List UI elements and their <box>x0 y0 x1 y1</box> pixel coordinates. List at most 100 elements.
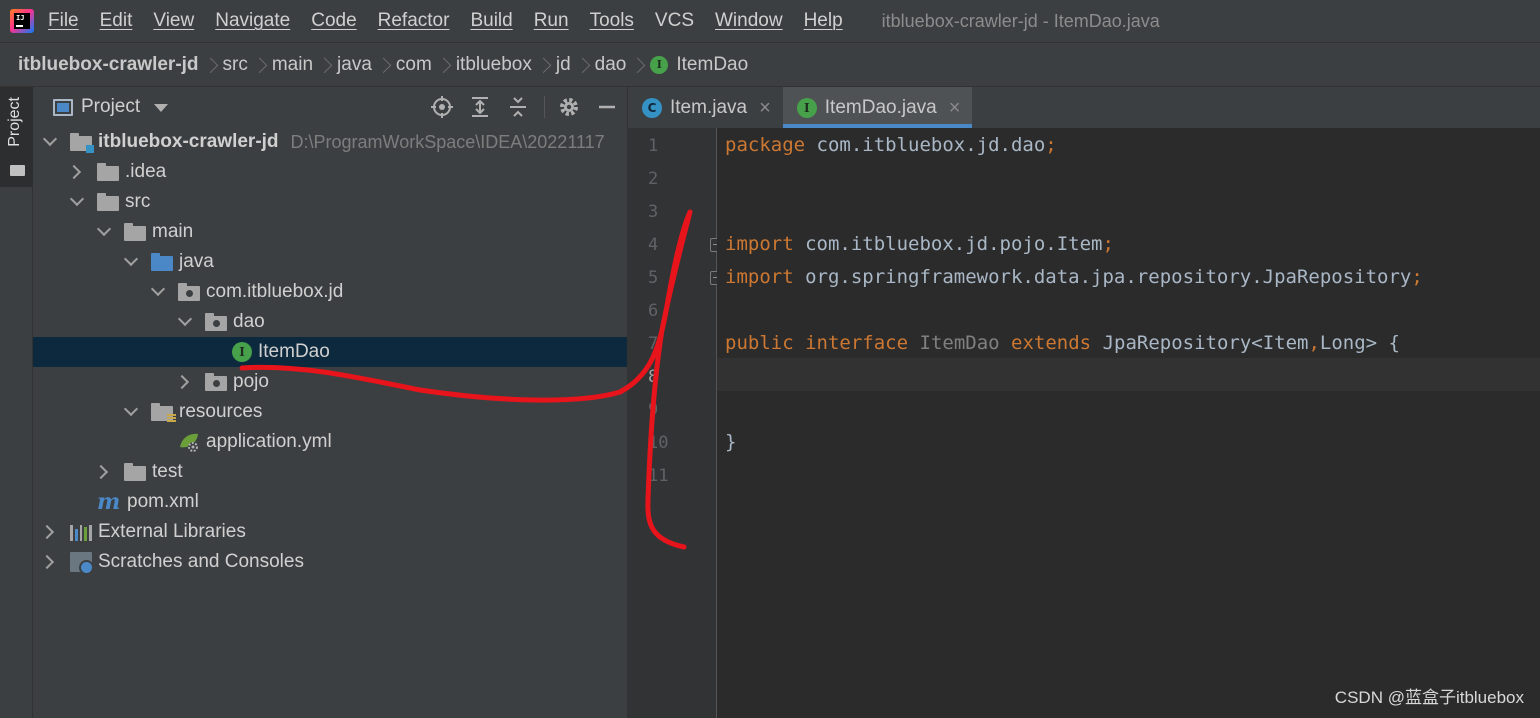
keyword: import <box>725 266 794 288</box>
project-panel-title[interactable]: Project <box>81 96 140 118</box>
tree-item-label: ItemDao <box>258 341 330 362</box>
chevron-down-icon[interactable] <box>43 135 57 149</box>
chevron-down-icon[interactable] <box>97 225 111 239</box>
tab-item-java[interactable]: C Item.java × <box>628 87 783 128</box>
menu-tools[interactable]: Tools <box>590 10 634 32</box>
keyword: interface <box>805 332 909 354</box>
current-line-highlight <box>717 358 1540 391</box>
code-line-10: } <box>725 431 736 453</box>
tree-item-pojo[interactable]: pojo <box>33 367 627 397</box>
locate-file-icon[interactable] <box>430 95 456 119</box>
code-text: } <box>725 431 737 453</box>
tree-item-idea[interactable]: .idea <box>33 157 627 187</box>
code-text: JpaRepository<Item <box>1102 332 1309 354</box>
resources-folder-icon <box>151 402 176 422</box>
chevron-down-icon[interactable] <box>124 255 138 269</box>
menu-help[interactable]: Help <box>804 10 843 32</box>
breadcrumb-item-itbluebox[interactable]: itbluebox <box>456 54 532 76</box>
chevron-down-icon[interactable] <box>70 195 84 209</box>
breadcrumb-separator-icon <box>538 53 548 77</box>
code-punct: ; <box>1045 134 1057 156</box>
tree-item-itemdao[interactable]: I ItemDao <box>33 337 627 367</box>
tab-itemdao-java[interactable]: I ItemDao.java × <box>782 87 973 128</box>
tree-item-package-root[interactable]: com.itbluebox.jd <box>33 277 627 307</box>
breadcrumb-item-jd[interactable]: jd <box>556 54 571 76</box>
tree-item-label: dao <box>233 311 265 332</box>
menu-edit[interactable]: Edit <box>100 10 133 32</box>
hide-panel-icon[interactable] <box>595 95 621 119</box>
code-text: com.itbluebox.jd.pojo.Item <box>793 233 1103 255</box>
tree-item-dao[interactable]: dao <box>33 307 627 337</box>
toolbar-divider <box>544 96 545 118</box>
interface-icon: I <box>232 342 252 362</box>
breadcrumb-item-dao[interactable]: dao <box>595 54 627 76</box>
code-punct: , <box>1308 332 1320 354</box>
menu-run[interactable]: Run <box>534 10 569 32</box>
project-stripe-label: Project <box>6 97 23 147</box>
menu-file[interactable]: File <box>48 10 79 32</box>
chevron-down-icon[interactable] <box>154 104 169 112</box>
tree-item-project-root[interactable]: itbluebox-crawler-jd D:\ProgramWorkSpace… <box>33 127 627 157</box>
code-line-4: import com.itbluebox.jd.pojo.Item; <box>725 233 1114 255</box>
tree-item-main[interactable]: main <box>33 217 627 247</box>
breadcrumb-separator-icon <box>254 53 264 77</box>
folder-icon <box>124 222 146 241</box>
menu-window[interactable]: Window <box>715 10 783 32</box>
breadcrumb-separator-icon <box>577 53 587 77</box>
chevron-right-icon[interactable] <box>97 465 111 479</box>
tree-item-resources[interactable]: resources <box>33 397 627 427</box>
menu-view[interactable]: View <box>153 10 194 32</box>
menu-navigate[interactable]: Navigate <box>215 10 290 32</box>
close-icon[interactable]: × <box>759 98 771 118</box>
chevron-down-icon[interactable] <box>178 315 192 329</box>
expand-all-icon[interactable] <box>468 95 494 119</box>
tree-item-java[interactable]: java <box>33 247 627 277</box>
menu-build[interactable]: Build <box>470 10 512 32</box>
menu-code[interactable]: Code <box>311 10 356 32</box>
line-number-current: 8 <box>648 367 659 387</box>
collapse-all-icon[interactable] <box>506 95 532 119</box>
breadcrumb-item-project[interactable]: itbluebox-crawler-jd <box>18 54 199 76</box>
package-icon <box>178 282 200 301</box>
project-tool-window-button[interactable]: Project <box>0 87 33 187</box>
tree-item-label: com.itbluebox.jd <box>206 281 344 302</box>
breadcrumb-item-src[interactable]: src <box>223 54 248 76</box>
chevron-right-icon[interactable] <box>178 375 192 389</box>
chevron-down-icon[interactable] <box>124 405 138 419</box>
code-editor[interactable]: package com.itbluebox.jd.dao; import com… <box>717 128 1540 718</box>
menu-vcs[interactable]: VCS <box>655 10 694 32</box>
project-panel-header: Project <box>33 87 627 127</box>
gear-icon[interactable] <box>557 95 583 119</box>
chevron-down-icon[interactable] <box>151 285 165 299</box>
tree-item-application-yml[interactable]: application.yml <box>33 427 627 457</box>
keyword: package <box>725 134 806 156</box>
class-icon: C <box>642 97 662 118</box>
keyword: public <box>725 332 794 354</box>
chevron-right-icon[interactable] <box>43 555 57 569</box>
project-path: D:\ProgramWorkSpace\IDEA\20221117 <box>290 131 605 152</box>
code-punct: ; <box>1411 266 1423 288</box>
tree-item-label: Scratches and Consoles <box>98 551 304 572</box>
folder-icon <box>10 165 25 176</box>
line-number: 3 <box>648 202 659 222</box>
chevron-right-icon[interactable] <box>70 165 84 179</box>
breadcrumb-item-com[interactable]: com <box>396 54 432 76</box>
tree-item-label: External Libraries <box>98 521 246 542</box>
tree-item-external-libraries[interactable]: External Libraries <box>33 517 627 547</box>
editor-gutter[interactable]: 1 2 3 4 5 6 7 8 9 10 11 <box>627 128 722 718</box>
breadcrumb-item-java[interactable]: java <box>337 54 372 76</box>
tree-item-label: resources <box>179 401 263 422</box>
menu-refactor[interactable]: Refactor <box>378 10 450 32</box>
breadcrumb-item-itemdao[interactable]: ItemDao <box>676 54 748 76</box>
tree-item-src[interactable]: src <box>33 187 627 217</box>
tree-item-test[interactable]: test <box>33 457 627 487</box>
chevron-right-icon[interactable] <box>43 525 57 539</box>
interface-icon: I <box>650 55 669 74</box>
intellij-logo-icon[interactable]: IJ <box>10 9 34 33</box>
code-text: com.itbluebox.jd.dao <box>805 134 1046 156</box>
breadcrumb-item-main[interactable]: main <box>272 54 313 76</box>
close-icon[interactable]: × <box>949 98 961 118</box>
tree-item-pom-xml[interactable]: m pom.xml <box>33 487 627 517</box>
watermark: CSDN @蓝盒子itbluebox <box>1334 688 1524 707</box>
tree-item-scratches[interactable]: Scratches and Consoles <box>33 547 627 577</box>
